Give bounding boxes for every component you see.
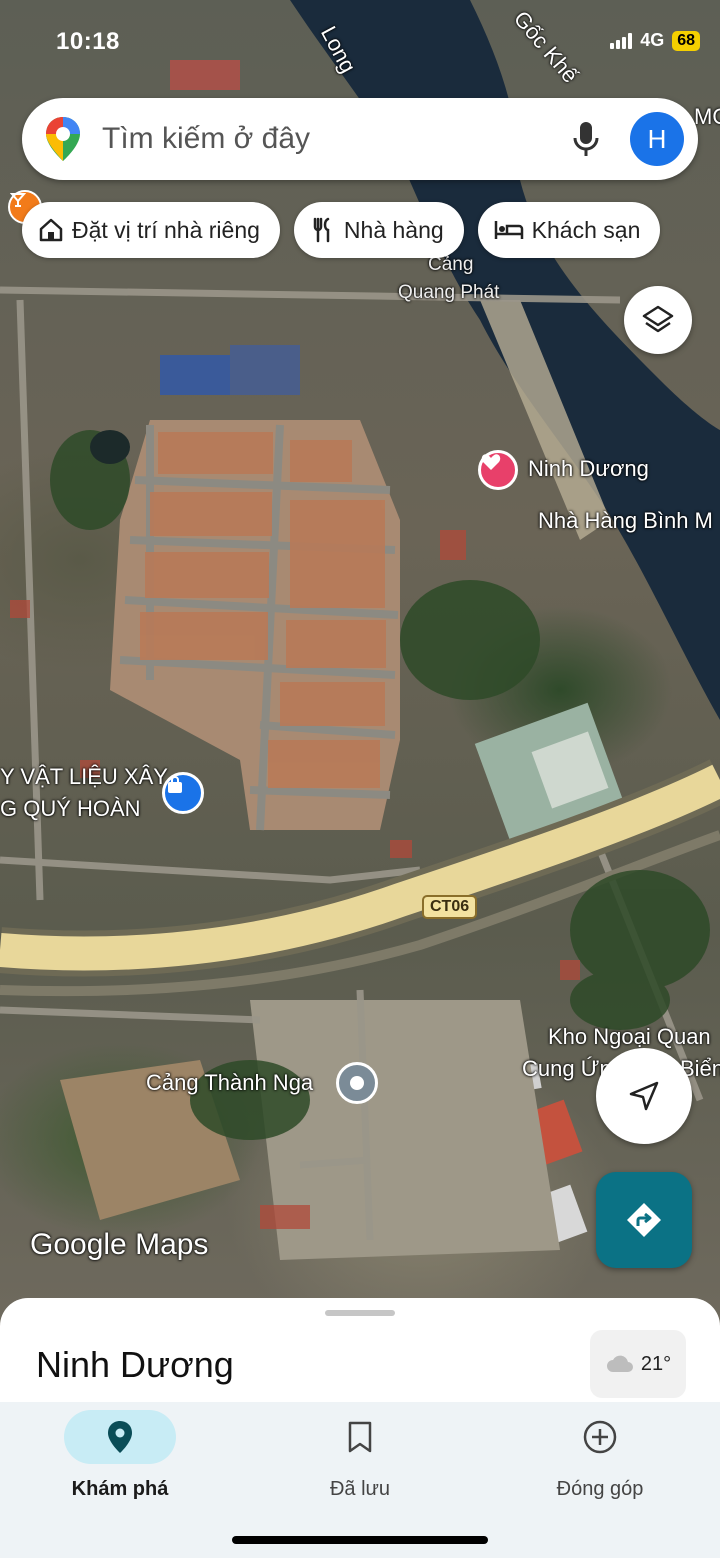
google-maps-pin-icon (46, 117, 80, 161)
tab-contribute[interactable]: Đóng góp (500, 1410, 700, 1501)
cloud-icon (606, 1355, 633, 1372)
poi-pin-shop[interactable] (162, 772, 204, 814)
weather-badge[interactable]: 21° (590, 1330, 686, 1398)
tab-explore[interactable]: Khám phá (20, 1410, 220, 1501)
google-maps-logo: Google Maps (30, 1228, 209, 1261)
home-icon (39, 218, 63, 242)
tab-label: Đã lưu (329, 1478, 391, 1500)
nav-icon-container (544, 1410, 656, 1464)
chip-hotels[interactable]: Khách sạn (477, 202, 661, 258)
tab-label: Đóng góp (556, 1478, 644, 1500)
add-circle-icon (583, 1420, 617, 1454)
bottom-navigation: Khám phá Đã lưu Đóng góp (0, 1402, 720, 1558)
map-label-ninh-duong: Ninh Dương (528, 456, 649, 481)
directions-icon (627, 1203, 661, 1237)
map-label-cang-thanh-nga: Cảng Thành Nga (146, 1070, 314, 1095)
layers-button[interactable] (624, 286, 692, 354)
road-shield-ct06: CT06 (422, 895, 478, 919)
directions-button[interactable] (596, 1172, 692, 1268)
bookmark-icon (348, 1421, 372, 1453)
map-label-kho-1: Kho Ngoại Quan (548, 1024, 711, 1049)
sheet-drag-handle[interactable] (325, 1310, 395, 1316)
explore-pin-icon (108, 1421, 132, 1453)
hotel-icon (494, 221, 523, 239)
map-label-vat-lieu-2: G QUÝ HOÀN (0, 796, 141, 821)
poi-pin-cang-thanh-nga[interactable] (336, 1062, 378, 1104)
chip-label: Nhà hàng (343, 216, 444, 243)
account-avatar[interactable]: H (630, 112, 684, 166)
place-title: Ninh Dương (36, 1344, 234, 1385)
search-input[interactable]: Tìm kiếm ở đây (102, 122, 572, 156)
home-indicator[interactable] (232, 1536, 488, 1544)
nav-icon-container (304, 1410, 416, 1464)
category-chips: Đặt vị trí nhà riêng Nhà hàng Khách sạn (22, 202, 661, 258)
chip-set-home[interactable]: Đặt vị trí nhà riêng (22, 202, 280, 258)
place-bottom-sheet[interactable]: Ninh Dương 21° (0, 1298, 720, 1418)
search-bar[interactable]: Tìm kiếm ở đây H (22, 98, 698, 180)
signal-icon (610, 32, 633, 49)
heart-icon (481, 454, 501, 470)
map-label-quang-phat: Quang Phát (398, 282, 500, 303)
dot-icon (350, 1076, 364, 1090)
shopping-bag-icon (168, 776, 182, 793)
chip-label: Đặt vị trí nhà riêng (72, 216, 260, 243)
tab-saved[interactable]: Đã lưu (260, 1410, 460, 1501)
chip-restaurants[interactable]: Nhà hàng (293, 202, 464, 258)
layers-icon (642, 305, 674, 333)
tab-label: Khám phá (71, 1478, 169, 1500)
map-label-mo: MO (694, 104, 720, 129)
restaurant-icon (313, 217, 330, 243)
my-location-button[interactable] (596, 1048, 692, 1144)
chip-label: Khách sạn (531, 216, 641, 243)
battery-icon: 68 (672, 30, 700, 51)
temperature: 21° (640, 1352, 672, 1375)
nav-icon-container (64, 1410, 176, 1464)
status-indicators: 4G 68 (610, 30, 700, 51)
saved-place-pin-ninh-duong[interactable] (478, 450, 518, 490)
status-time: 10:18 (56, 28, 120, 55)
map-label-nha-hang: Nhà Hàng Bình M (538, 508, 713, 533)
navigation-arrow-icon (629, 1081, 659, 1111)
microphone-icon[interactable] (572, 120, 600, 158)
map-label-vat-lieu-1: Y VẬT LIỆU XÂY (0, 764, 168, 789)
network-type: 4G (640, 30, 665, 50)
